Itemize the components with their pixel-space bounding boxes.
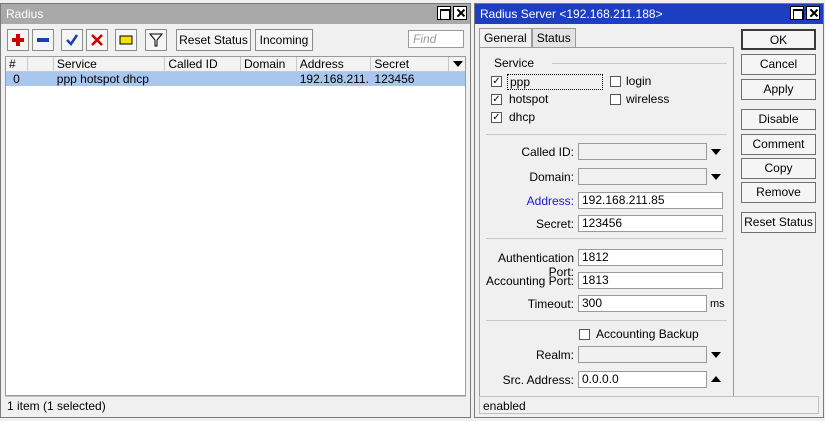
ppp-label[interactable]: ppp bbox=[507, 74, 603, 90]
col-address[interactable]: Address bbox=[297, 57, 372, 71]
realm-field[interactable] bbox=[578, 346, 707, 363]
apply-button[interactable]: Apply bbox=[741, 79, 816, 100]
copy-button[interactable]: Copy bbox=[741, 158, 816, 179]
timeout-label: Timeout: bbox=[527, 297, 574, 311]
reset-status-button[interactable]: Reset Status bbox=[741, 212, 816, 233]
column-menu-button[interactable] bbox=[449, 57, 465, 71]
divider bbox=[486, 134, 727, 135]
src-address-label: Src. Address: bbox=[502, 373, 574, 387]
called-id-field[interactable] bbox=[578, 143, 707, 160]
disable-button[interactable] bbox=[86, 29, 108, 51]
timeout-field[interactable]: 300 bbox=[578, 295, 707, 312]
dhcp-checkbox[interactable]: ✓ bbox=[491, 112, 502, 123]
col-number[interactable]: # bbox=[6, 57, 28, 71]
divider bbox=[486, 238, 727, 239]
status-bar: 1 item (1 selected) bbox=[5, 396, 466, 414]
domain-label: Domain: bbox=[529, 170, 574, 184]
table-header: # Service Called ID Domain Address Secre… bbox=[6, 57, 465, 72]
reset-status-button[interactable]: Reset Status bbox=[176, 29, 251, 51]
address-field[interactable]: 192.168.211.85 bbox=[578, 192, 723, 209]
enable-button[interactable] bbox=[61, 29, 83, 51]
hotspot-checkbox[interactable]: ✓ bbox=[491, 94, 502, 105]
row-address: 192.168.211.... bbox=[299, 72, 372, 86]
general-panel: Service ✓ ppp login ✓ hotspot wireless ✓… bbox=[479, 47, 734, 397]
row-called-id bbox=[165, 72, 241, 86]
close-icon[interactable] bbox=[453, 6, 467, 20]
wireless-checkbox[interactable] bbox=[610, 94, 621, 105]
disable-button[interactable]: Disable bbox=[741, 109, 816, 130]
acct-port-label: Accounting Port: bbox=[485, 274, 574, 288]
restore-icon[interactable] bbox=[790, 6, 804, 20]
radius-titlebar[interactable]: Radius bbox=[1, 4, 470, 24]
col-flag[interactable] bbox=[28, 57, 54, 71]
dhcp-label[interactable]: dhcp bbox=[509, 110, 535, 124]
collapse-arrow-icon[interactable] bbox=[711, 376, 721, 382]
radius-server-window: Radius Server <192.168.211.188> General … bbox=[474, 3, 824, 418]
acct-port-field[interactable]: 1813 bbox=[578, 272, 723, 289]
toolbar: Reset Status Incoming Find bbox=[5, 28, 466, 54]
incoming-button[interactable]: Incoming bbox=[255, 29, 313, 51]
add-button[interactable] bbox=[7, 29, 29, 51]
window-title: Radius Server <192.168.211.188> bbox=[480, 7, 663, 21]
tab-general[interactable]: General bbox=[479, 28, 532, 48]
auth-port-field[interactable]: 1812 bbox=[578, 249, 723, 266]
timeout-unit: ms bbox=[710, 298, 725, 310]
radius-table: # Service Called ID Domain Address Secre… bbox=[5, 56, 466, 396]
plus-icon bbox=[12, 34, 24, 46]
ppp-checkbox[interactable]: ✓ bbox=[491, 76, 502, 87]
accounting-backup-label[interactable]: Accounting Backup bbox=[596, 327, 699, 341]
service-group-line bbox=[552, 63, 727, 64]
called-id-label: Called ID: bbox=[521, 145, 574, 159]
hotspot-label[interactable]: hotspot bbox=[509, 92, 548, 106]
col-domain[interactable]: Domain bbox=[241, 57, 297, 71]
row-secret: 123456 bbox=[374, 72, 415, 86]
check-icon bbox=[66, 34, 79, 46]
remove-button[interactable] bbox=[32, 29, 54, 51]
wireless-label[interactable]: wireless bbox=[626, 92, 669, 106]
row-domain bbox=[241, 72, 297, 86]
dropdown-arrow-icon[interactable] bbox=[711, 149, 721, 155]
chevron-down-icon bbox=[453, 61, 464, 67]
src-address-field[interactable]: 0.0.0.0 bbox=[578, 371, 707, 388]
col-called-id[interactable]: Called ID bbox=[165, 57, 241, 71]
radius-window: Radius Reset Status Incoming Find # Serv… bbox=[0, 3, 471, 418]
tab-status[interactable]: Status bbox=[531, 28, 576, 47]
tab-bar: General Status bbox=[479, 28, 576, 48]
restore-icon[interactable] bbox=[437, 6, 451, 20]
secret-label: Secret: bbox=[535, 217, 574, 231]
dropdown-arrow-icon[interactable] bbox=[711, 352, 721, 358]
login-checkbox[interactable] bbox=[610, 76, 621, 87]
address-label: Address: bbox=[526, 194, 574, 208]
table-row[interactable]: 0 ppp hotspot dhcp 192.168.211.... 12345… bbox=[6, 72, 465, 86]
login-label[interactable]: login bbox=[626, 74, 651, 88]
filter-icon bbox=[149, 33, 163, 47]
x-icon bbox=[91, 34, 103, 46]
close-icon[interactable] bbox=[806, 6, 820, 20]
dropdown-arrow-icon[interactable] bbox=[711, 174, 721, 180]
service-legend: Service bbox=[494, 56, 535, 70]
minus-icon bbox=[37, 38, 49, 42]
row-number: 0 bbox=[13, 72, 20, 86]
cancel-button[interactable]: Cancel bbox=[741, 54, 816, 75]
ok-button[interactable]: OK bbox=[741, 29, 816, 50]
divider bbox=[486, 320, 727, 321]
note-icon bbox=[119, 35, 133, 45]
status-bar: enabled bbox=[479, 396, 819, 414]
comment-button[interactable]: Comment bbox=[741, 134, 816, 155]
comment-button[interactable] bbox=[115, 29, 137, 51]
domain-field[interactable] bbox=[578, 168, 707, 185]
row-service: ppp hotspot dhcp bbox=[56, 72, 149, 86]
col-service[interactable]: Service bbox=[54, 57, 166, 71]
accounting-backup-checkbox[interactable] bbox=[579, 329, 590, 340]
find-input[interactable]: Find bbox=[408, 30, 464, 48]
secret-field[interactable]: 123456 bbox=[578, 215, 723, 232]
window-title: Radius bbox=[6, 7, 44, 21]
row-spacer bbox=[449, 72, 465, 86]
row-flag bbox=[28, 72, 54, 86]
col-secret[interactable]: Secret bbox=[371, 57, 450, 71]
remove-button[interactable]: Remove bbox=[741, 182, 816, 203]
realm-label: Realm: bbox=[535, 348, 574, 362]
server-titlebar[interactable]: Radius Server <192.168.211.188> bbox=[475, 4, 823, 24]
filter-button[interactable] bbox=[145, 29, 167, 51]
